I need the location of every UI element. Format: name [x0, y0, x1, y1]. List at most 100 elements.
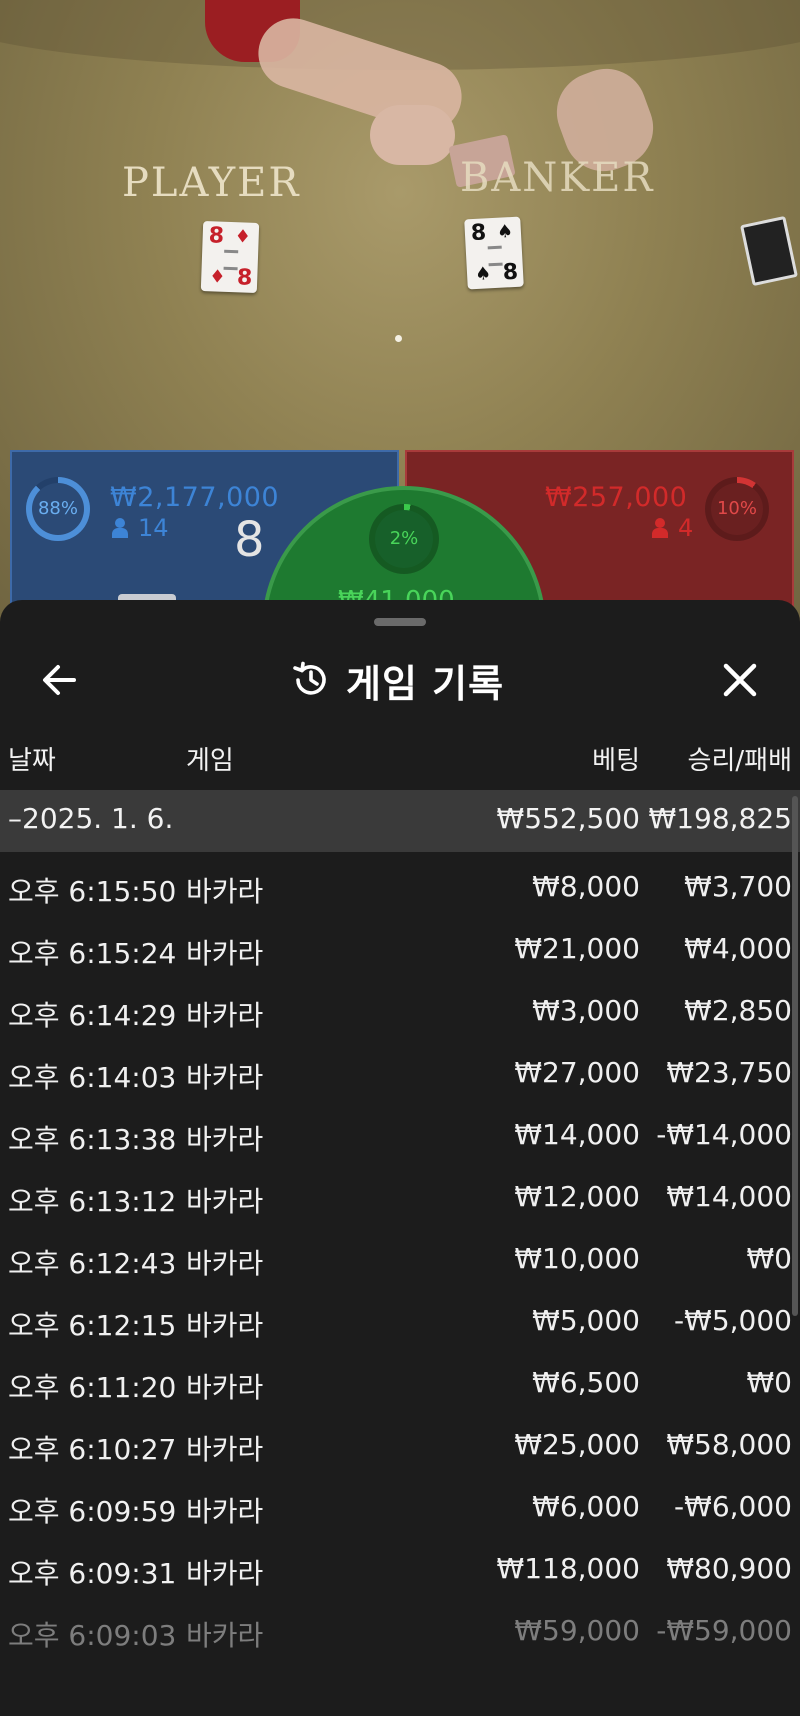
- history-row[interactable]: 오후 6:15:24 바카라 ₩21,000 ₩4,000: [0, 920, 800, 982]
- close-button[interactable]: [710, 650, 770, 710]
- row-result: -₩6,000: [674, 1490, 792, 1523]
- row-result: -₩14,000: [656, 1118, 792, 1151]
- row-bet: ₩14,000: [514, 1118, 640, 1151]
- sheet-title-text: 게임 기록: [346, 661, 505, 706]
- row-bet: ₩27,000: [514, 1056, 640, 1089]
- column-header-bet: 베팅: [592, 746, 640, 776]
- row-bet: ₩12,000: [514, 1180, 640, 1213]
- person-icon: [112, 518, 128, 538]
- row-time: 오후 6:09:31: [8, 1557, 177, 1590]
- sheet-header: 게임 기록: [0, 640, 800, 730]
- row-time: 오후 6:09:59: [8, 1495, 177, 1528]
- history-row[interactable]: 오후 6:09:59 바카라 ₩6,000 -₩6,000: [0, 1478, 800, 1540]
- row-bet: ₩21,000: [514, 932, 640, 965]
- date-group-row[interactable]: –2025. 1. 6. ₩552,500 ₩198,825: [0, 790, 800, 852]
- card-rank: 8: [470, 220, 487, 247]
- player-table-label: PLAYER: [122, 160, 301, 206]
- banker-bettor-count: 4: [652, 514, 693, 542]
- tie-percent-ring: 2%: [369, 504, 439, 574]
- card-suit: ♦: [234, 226, 252, 248]
- row-time: 오후 6:15:50: [8, 875, 177, 908]
- card-rank: 8: [502, 259, 519, 286]
- card-suit: ♠: [496, 220, 514, 243]
- banker-card: 8 ♠ ♠ 8: [464, 216, 524, 290]
- row-game: 바카라: [186, 937, 264, 970]
- banker-percent-ring: 10%: [705, 477, 769, 541]
- close-icon: [723, 663, 757, 697]
- row-bet: ₩8,000: [532, 870, 640, 903]
- row-game: 바카라: [186, 1185, 264, 1218]
- row-result: -₩5,000: [674, 1304, 792, 1337]
- history-row[interactable]: 오후 6:14:03 바카라 ₩27,000 ₩23,750: [0, 1044, 800, 1106]
- column-header-date: 날짜: [8, 746, 56, 776]
- row-time: 오후 6:12:43: [8, 1247, 177, 1280]
- row-result: ₩4,000: [684, 932, 792, 965]
- player-bet-total: ₩2,177,000: [110, 482, 280, 513]
- player-score: 8: [234, 512, 265, 568]
- row-bet: ₩10,000: [514, 1242, 640, 1275]
- player-card: 8 ♦ ♦ 8: [200, 221, 260, 293]
- row-bet: ₩25,000: [514, 1428, 640, 1461]
- row-result: -₩59,000: [656, 1614, 792, 1647]
- sheet-drag-handle[interactable]: [374, 618, 426, 626]
- history-row[interactable]: 오후 6:09:03 바카라 ₩59,000 -₩59,000: [0, 1602, 800, 1664]
- row-bet: ₩118,000: [496, 1552, 640, 1585]
- row-game: 바카라: [186, 1557, 264, 1590]
- history-row[interactable]: 오후 6:11:20 바카라 ₩6,500 ₩0: [0, 1354, 800, 1416]
- row-bet: ₩3,000: [532, 994, 640, 1027]
- history-row[interactable]: 오후 6:12:43 바카라 ₩10,000 ₩0: [0, 1230, 800, 1292]
- row-game: 바카라: [186, 1619, 264, 1652]
- row-result: ₩80,900: [666, 1552, 792, 1585]
- live-table-video: PLAYER BANKER 8 ♦ ♦ 8 8 ♠ ♠ 8 88% ₩2,177…: [0, 0, 800, 640]
- table-marker-dot: [395, 335, 402, 342]
- row-game: 바카라: [186, 1309, 264, 1342]
- row-result: ₩3,700: [684, 870, 792, 903]
- row-time: 오후 6:14:29: [8, 999, 177, 1032]
- history-scrollbar[interactable]: [792, 796, 798, 1316]
- player-percent-ring: 88%: [26, 477, 90, 541]
- row-result: ₩23,750: [666, 1056, 792, 1089]
- row-bet: ₩59,000: [514, 1614, 640, 1647]
- row-time: 오후 6:13:38: [8, 1123, 177, 1156]
- row-game: 바카라: [186, 1247, 264, 1280]
- row-time: 오후 6:11:20: [8, 1371, 177, 1404]
- row-game: 바카라: [186, 1495, 264, 1528]
- banker-people-count: 4: [678, 514, 694, 542]
- player-bettor-count: 14: [112, 514, 169, 542]
- row-time: 오후 6:10:27: [8, 1433, 177, 1466]
- row-game: 바카라: [186, 1371, 264, 1404]
- column-header-win-loss: 승리/패배: [687, 746, 792, 776]
- history-row[interactable]: 오후 6:13:38 바카라 ₩14,000 -₩14,000: [0, 1106, 800, 1168]
- row-game: 바카라: [186, 999, 264, 1032]
- banker-bet-total: ₩257,000: [545, 482, 688, 513]
- row-game: 바카라: [186, 1061, 264, 1094]
- date-group-bet-total: ₩552,500: [496, 802, 640, 835]
- row-result: ₩58,000: [666, 1428, 792, 1461]
- date-group-win-total: ₩198,825: [648, 802, 792, 835]
- row-time: 오후 6:13:12: [8, 1185, 177, 1218]
- history-row[interactable]: 오후 6:14:29 바카라 ₩3,000 ₩2,850: [0, 982, 800, 1044]
- card-shoe: [740, 215, 798, 287]
- history-row[interactable]: 오후 6:15:50 바카라 ₩8,000 ₩3,700: [0, 858, 800, 920]
- back-button[interactable]: [30, 650, 90, 710]
- history-row[interactable]: 오후 6:09:31 바카라 ₩118,000 ₩80,900: [0, 1540, 800, 1602]
- row-game: 바카라: [186, 1433, 264, 1466]
- row-result: ₩2,850: [684, 994, 792, 1027]
- date-group-label: –2025. 1. 6.: [8, 802, 174, 835]
- history-row[interactable]: 오후 6:12:15 바카라 ₩5,000 -₩5,000: [0, 1292, 800, 1354]
- history-row[interactable]: 오후 6:10:27 바카라 ₩25,000 ₩58,000: [0, 1416, 800, 1478]
- row-bet: ₩6,000: [532, 1490, 640, 1523]
- row-bet: ₩5,000: [532, 1304, 640, 1337]
- row-time: 오후 6:14:03: [8, 1061, 177, 1094]
- card-rank: 8: [208, 223, 225, 249]
- row-game: 바카라: [186, 875, 264, 908]
- card-rank: 8: [236, 265, 253, 291]
- game-history-sheet: 게임 기록 날짜 게임 베팅 승리/패배 –2025. 1. 6. ₩552,5…: [0, 600, 800, 1716]
- history-row[interactable]: 오후 6:13:12 바카라 ₩12,000 ₩14,000: [0, 1168, 800, 1230]
- banker-percent: 10%: [716, 498, 757, 519]
- tie-percent: 2%: [389, 528, 419, 549]
- row-bet: ₩6,500: [532, 1366, 640, 1399]
- card-suit: ♠: [474, 263, 492, 286]
- row-result: ₩14,000: [666, 1180, 792, 1213]
- dealer-hand: [370, 105, 455, 165]
